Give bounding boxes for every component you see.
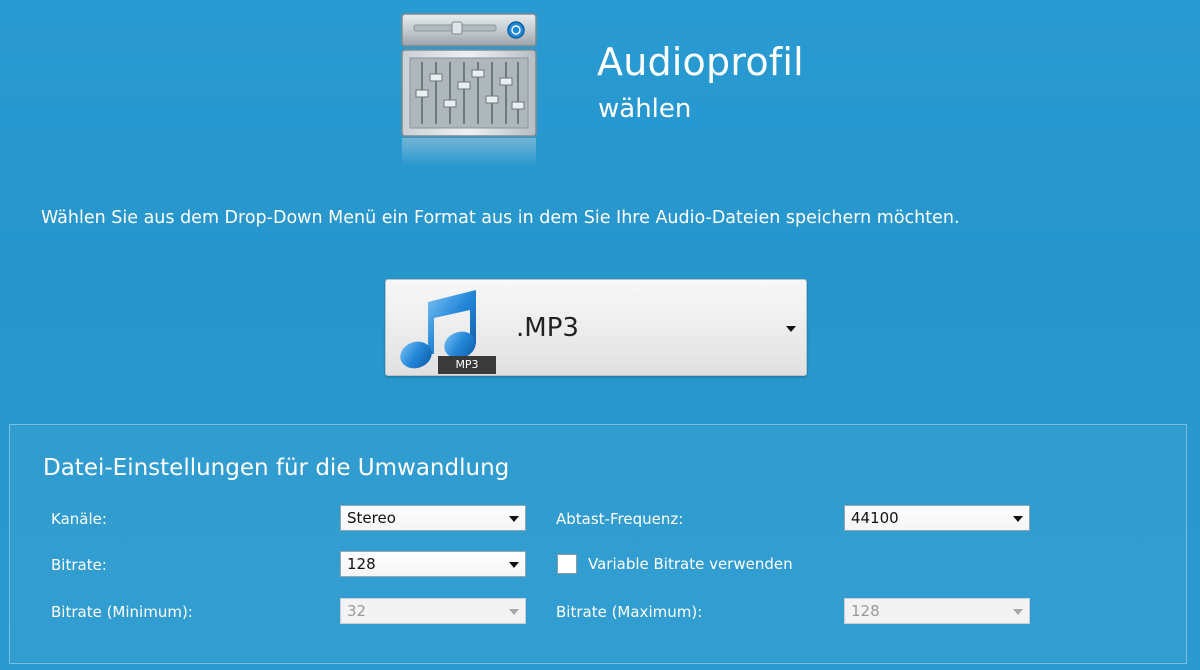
chevron-down-icon	[786, 326, 796, 332]
bitrate-select[interactable]: 128	[340, 551, 526, 577]
variable-bitrate-label[interactable]: Variable Bitrate verwenden	[588, 554, 793, 574]
settings-title: Datei-Einstellungen für die Umwandlung	[43, 455, 510, 481]
settings-panel: Datei-Einstellungen für die Umwandlung K…	[9, 424, 1187, 664]
format-value: .MP3	[516, 313, 579, 343]
audio-mixer-icon	[400, 12, 538, 167]
chevron-down-icon	[509, 609, 519, 615]
sample-rate-select[interactable]: 44100	[844, 505, 1030, 531]
format-dropdown[interactable]: MP3 .MP3	[385, 279, 807, 376]
bitrate-max-value: 128	[851, 602, 880, 620]
format-badge: MP3	[438, 356, 496, 374]
chevron-down-icon	[509, 516, 519, 522]
page-subtitle: wählen	[598, 94, 692, 124]
instruction-text: Wählen Sie aus dem Drop-Down Menü ein Fo…	[41, 208, 960, 228]
page-title: Audioprofil	[597, 40, 804, 84]
bitrate-min-value: 32	[347, 602, 367, 620]
channels-label: Kanäle:	[51, 510, 107, 528]
chevron-down-icon	[1013, 516, 1023, 522]
bitrate-min-select: 32	[340, 598, 526, 624]
channels-value: Stereo	[347, 509, 396, 527]
bitrate-max-select: 128	[844, 598, 1030, 624]
bitrate-label: Bitrate:	[51, 556, 107, 574]
sample-rate-value: 44100	[851, 509, 899, 527]
channels-select[interactable]: Stereo	[340, 505, 526, 531]
bitrate-value: 128	[347, 555, 376, 573]
sample-rate-label: Abtast-Frequenz:	[556, 510, 684, 528]
variable-bitrate-checkbox[interactable]	[557, 554, 577, 574]
chevron-down-icon	[1013, 609, 1023, 615]
bitrate-min-label: Bitrate (Minimum):	[51, 603, 193, 621]
chevron-down-icon	[509, 562, 519, 568]
bitrate-max-label: Bitrate (Maximum):	[556, 603, 703, 621]
